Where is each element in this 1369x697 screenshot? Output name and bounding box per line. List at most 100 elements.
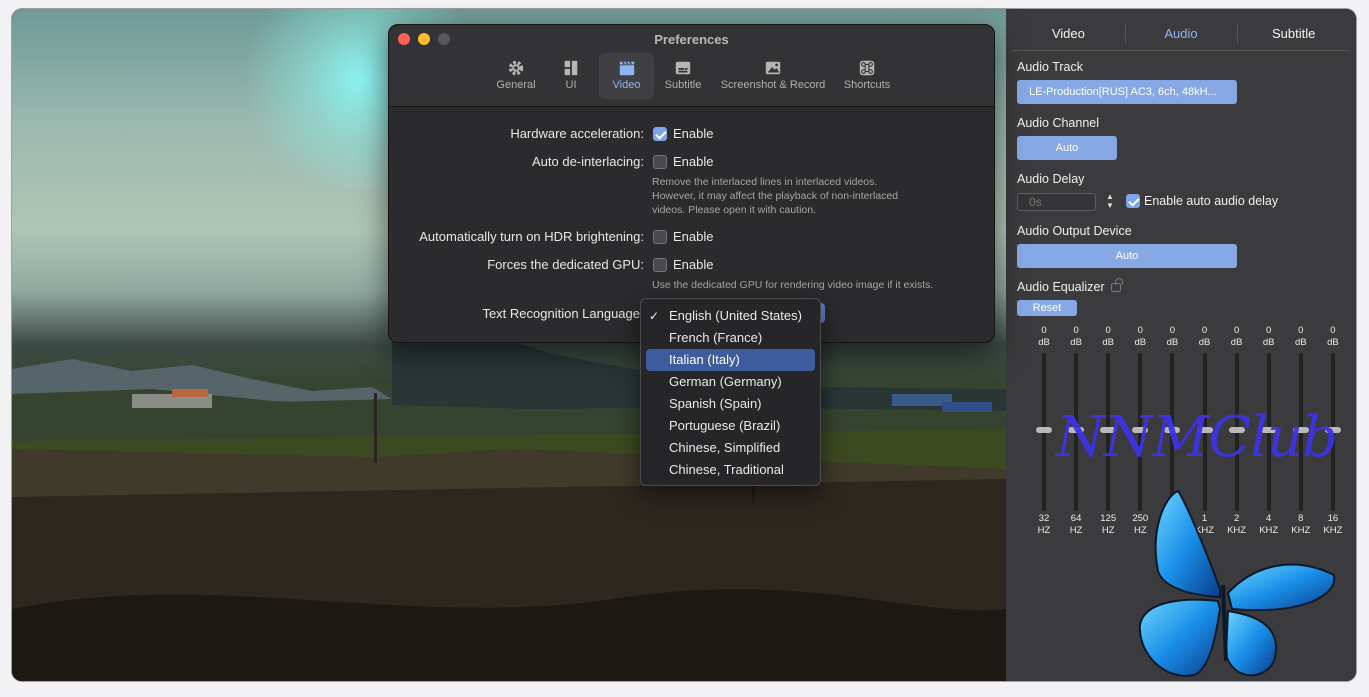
gpu-label: Forces the dedicated GPU: <box>487 257 644 272</box>
equalizer-label: Audio Equalizer <box>1017 280 1105 294</box>
toolbar-ui[interactable]: UI <box>553 53 589 99</box>
chevron-down-icon[interactable]: ▼ <box>1104 201 1116 210</box>
toolbar-subtitle-label: Subtitle <box>664 79 702 91</box>
deinterlace-option[interactable]: Enable <box>653 154 713 169</box>
ocr-language-label: Text Recognition Language <box>482 306 640 321</box>
toolbar-screenshot-record[interactable]: Screenshot & Record <box>715 53 831 99</box>
language-menu-item[interactable]: Chinese, Simplified <box>646 437 815 459</box>
deinterlace-hint-line: Remove the interlaced lines in interlace… <box>652 176 878 188</box>
toolbar-shortcuts[interactable]: Shortcuts <box>839 53 895 99</box>
output-device-select[interactable]: Auto <box>1017 244 1237 268</box>
toolbar-video[interactable]: Video <box>599 53 654 99</box>
preferences-titlebar: Preferences General UI Video Subtitle Sc… <box>389 25 994 107</box>
language-menu-item[interactable]: French (France) <box>646 327 815 349</box>
eq-gain-value: 0 <box>1266 325 1272 336</box>
preferences-dialog: Preferences General UI Video Subtitle Sc… <box>388 24 995 343</box>
eq-frequency: 125 <box>1100 513 1117 524</box>
tab-video[interactable]: Video <box>1012 21 1125 50</box>
checkmark-icon: ✓ <box>649 309 660 323</box>
gpu-checkbox[interactable] <box>653 257 667 272</box>
toolbar-screenshot-record-label: Screenshot & Record <box>720 79 826 91</box>
auto-delay-checkbox[interactable] <box>1126 193 1140 208</box>
command-icon <box>859 60 875 76</box>
audio-delay-label: Audio Delay <box>1017 172 1085 186</box>
equalizer-reset-button[interactable]: Reset <box>1017 300 1077 316</box>
eq-band: 0 dB 8 KHZ <box>1286 325 1316 536</box>
toolbar-subtitle[interactable]: Subtitle <box>659 53 707 99</box>
hdr-option-label: Enable <box>673 229 714 244</box>
toolbar-ui-label: UI <box>565 79 577 91</box>
language-menu-item[interactable]: Spanish (Spain) <box>646 393 815 415</box>
output-device-label: Audio Output Device <box>1017 224 1132 238</box>
subtitle-icon <box>675 61 691 75</box>
butterfly-logo <box>1138 489 1336 677</box>
audio-channel-select[interactable]: Auto <box>1017 136 1117 160</box>
eq-gain-unit: dB <box>1294 337 1307 348</box>
language-menu-item-label: Chinese, Simplified <box>669 440 781 455</box>
language-menu-item-label: German (Germany) <box>669 374 782 389</box>
clapperboard-icon <box>619 61 634 76</box>
sidebar-tabs: Video Audio Subtitle <box>1012 21 1350 51</box>
toolbar-general[interactable]: General <box>489 53 543 99</box>
toolbar-video-label: Video <box>612 79 641 91</box>
eq-gain-value: 0 <box>1201 325 1208 336</box>
tab-audio[interactable]: Audio <box>1124 21 1238 50</box>
auto-delay-option[interactable]: Enable auto audio delay <box>1126 193 1278 208</box>
audio-delay-input[interactable]: 0s <box>1017 193 1096 211</box>
equalizer-label-row: Audio Equalizer <box>1017 278 1123 294</box>
language-menu-item-label: Italian (Italy) <box>669 352 740 367</box>
language-menu-item[interactable]: ✓ English (United States) <box>646 305 815 327</box>
audio-delay-stepper[interactable]: ▲ ▼ <box>1104 192 1116 212</box>
eq-frequency-unit: HZ <box>1101 525 1115 536</box>
eq-gain-value: 0 <box>1105 325 1111 336</box>
eq-gain-unit: dB <box>1230 337 1243 348</box>
tab-subtitle[interactable]: Subtitle <box>1237 21 1350 50</box>
language-menu-item[interactable]: Portuguese (Brazil) <box>646 415 815 437</box>
eq-gain-value: 0 <box>1298 325 1304 336</box>
hdr-option[interactable]: Enable <box>653 229 713 244</box>
eq-slider-knob[interactable] <box>1036 427 1052 433</box>
eq-gain-value: 0 <box>1137 325 1143 336</box>
preferences-title: Preferences <box>654 32 729 47</box>
eq-band-footer: 32 HZ <box>1029 513 1059 537</box>
language-menu-item[interactable]: Italian (Italy) <box>646 349 815 371</box>
hdr-checkbox[interactable] <box>653 229 667 244</box>
eq-gain-value: 0 <box>1073 325 1079 336</box>
language-menu-item-label: Spanish (Spain) <box>669 396 762 411</box>
deinterlace-checkbox[interactable] <box>653 154 667 169</box>
gpu-option[interactable]: Enable <box>653 257 713 272</box>
watermark-text: NNMClub <box>1056 405 1338 470</box>
eq-band: 0 dB 16 KHZ <box>1318 325 1348 536</box>
chevron-up-icon[interactable]: ▲ <box>1104 192 1116 201</box>
eq-band: 0 dB 125 HZ <box>1093 325 1123 536</box>
language-menu-item-label: French (France) <box>669 330 763 345</box>
language-menu: ✓ English (United States) French (France) I… <box>640 298 821 486</box>
deinterlace-hint-line: However, it may affect the playback of n… <box>652 190 899 202</box>
language-menu-item-label: English (United States) <box>669 308 802 323</box>
eq-gain-unit: dB <box>1327 337 1339 348</box>
audio-track-select[interactable]: LE-Production[RUS] AC3, 6ch, 48kH... <box>1017 80 1237 104</box>
language-menu-item[interactable]: Chinese, Traditional <box>646 459 815 481</box>
layout-icon <box>564 60 578 76</box>
eq-gain-unit: dB <box>1198 337 1211 348</box>
hdr-label: Automatically turn on HDR brightening: <box>419 229 644 244</box>
hw-accel-label: Hardware acceleration: <box>510 126 644 141</box>
gpu-option-label: Enable <box>673 257 714 272</box>
audio-track-label: Audio Track <box>1017 60 1084 74</box>
lock-icon[interactable] <box>1110 278 1123 292</box>
photo-icon <box>765 61 781 75</box>
eq-band: 0dB500HZ <box>1157 325 1187 536</box>
audio-channel-label: Audio Channel <box>1017 116 1100 130</box>
eq-gain-value: 0 <box>1233 325 1240 336</box>
eq-gain-value: 0 <box>1330 325 1336 336</box>
sidebar-panel: Video Audio Subtitle Audio Track LE-Prod… <box>1006 9 1356 681</box>
language-menu-item[interactable]: German (Germany) <box>646 371 815 393</box>
gear-icon <box>508 60 524 76</box>
eq-band-footer: 125 HZ <box>1093 513 1123 537</box>
toolbar-shortcuts-label: Shortcuts <box>843 79 891 91</box>
hw-accel-option[interactable]: Enable <box>653 126 713 141</box>
hw-accel-checkbox[interactable] <box>653 126 667 141</box>
deinterlace-hint: Remove the interlaced lines in interlace… <box>652 175 982 217</box>
language-menu-item-label: Chinese, Traditional <box>669 462 784 477</box>
eq-gain-unit: dB <box>1070 337 1082 348</box>
